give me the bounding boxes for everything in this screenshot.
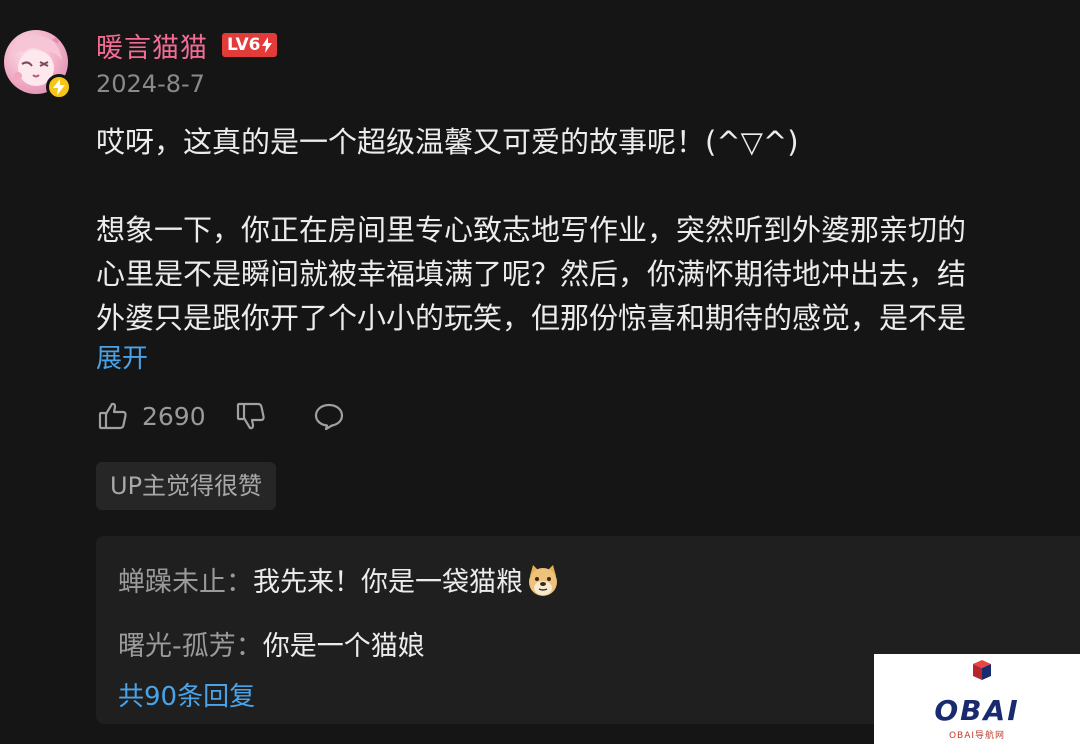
reply-item[interactable]: 曙光-孤芳 ： 你是一个猫娘 — [118, 624, 425, 663]
lightning-icon — [262, 37, 273, 53]
lightning-icon — [46, 74, 72, 100]
watermark-subtitle: OBAI导航网 — [948, 731, 1006, 741]
thumbs-down-icon[interactable] — [234, 399, 268, 433]
avatar[interactable] — [4, 30, 72, 100]
reply-item[interactable]: 蝉躁未止 ： 我先来！你是一袋猫粮 — [118, 560, 561, 599]
username[interactable]: 暖言猫猫 — [96, 26, 208, 65]
reply-author[interactable]: 蝉躁未止 — [118, 560, 226, 599]
reply-separator: ： — [235, 631, 263, 662]
cube-logo-icon — [973, 660, 991, 680]
speech-bubble-icon[interactable] — [312, 399, 346, 433]
comment-body: 哎呀，这真的是一个超级温馨又可爱的故事呢！(^▽^) 想象一下，你正在房间里专心… — [96, 120, 1080, 340]
expand-button[interactable]: 展开 — [96, 338, 148, 375]
doge-emoji-icon — [529, 564, 557, 596]
up-liked-tag: UP主觉得很赞 — [96, 462, 277, 510]
action-bar: 2690 — [96, 394, 346, 438]
watermark-title: OBAI — [934, 694, 1020, 727]
level-text: LV6 — [227, 35, 261, 55]
like-count: 2690 — [142, 401, 206, 431]
level-badge: LV6 — [222, 33, 278, 57]
comment-paragraph: 哎呀，这真的是一个超级温馨又可爱的故事呢！(^▽^) — [96, 125, 799, 159]
comment-paragraph: 外婆只是跟你开了个小小的玩笑，但那份惊喜和期待的感觉，是不是 — [96, 301, 967, 335]
thumbs-up-icon[interactable] — [96, 399, 130, 433]
reply-separator: ： — [226, 567, 253, 598]
comment-date: 2024-8-7 — [96, 70, 205, 98]
comment-paragraph: 心里是不是瞬间就被幸福填满了呢？然后，你满怀期待地冲出去，结 — [96, 257, 967, 291]
comment-paragraph: 想象一下，你正在房间里专心致志地写作业，突然听到外婆那亲切的 — [96, 213, 967, 247]
watermark: OBAI OBAI导航网 — [874, 654, 1080, 744]
comment-page: 暖言猫猫 LV6 2024-8-7 哎呀，这真的是一个超级温馨又可爱的故事呢！(… — [0, 0, 1080, 744]
reply-text: 你是一个猫娘 — [262, 631, 425, 662]
reply-author[interactable]: 曙光-孤芳 — [118, 624, 236, 663]
view-all-replies-link[interactable]: 共90条回复 — [118, 676, 255, 713]
reply-text: 我先来！你是一袋猫粮 — [253, 567, 523, 598]
